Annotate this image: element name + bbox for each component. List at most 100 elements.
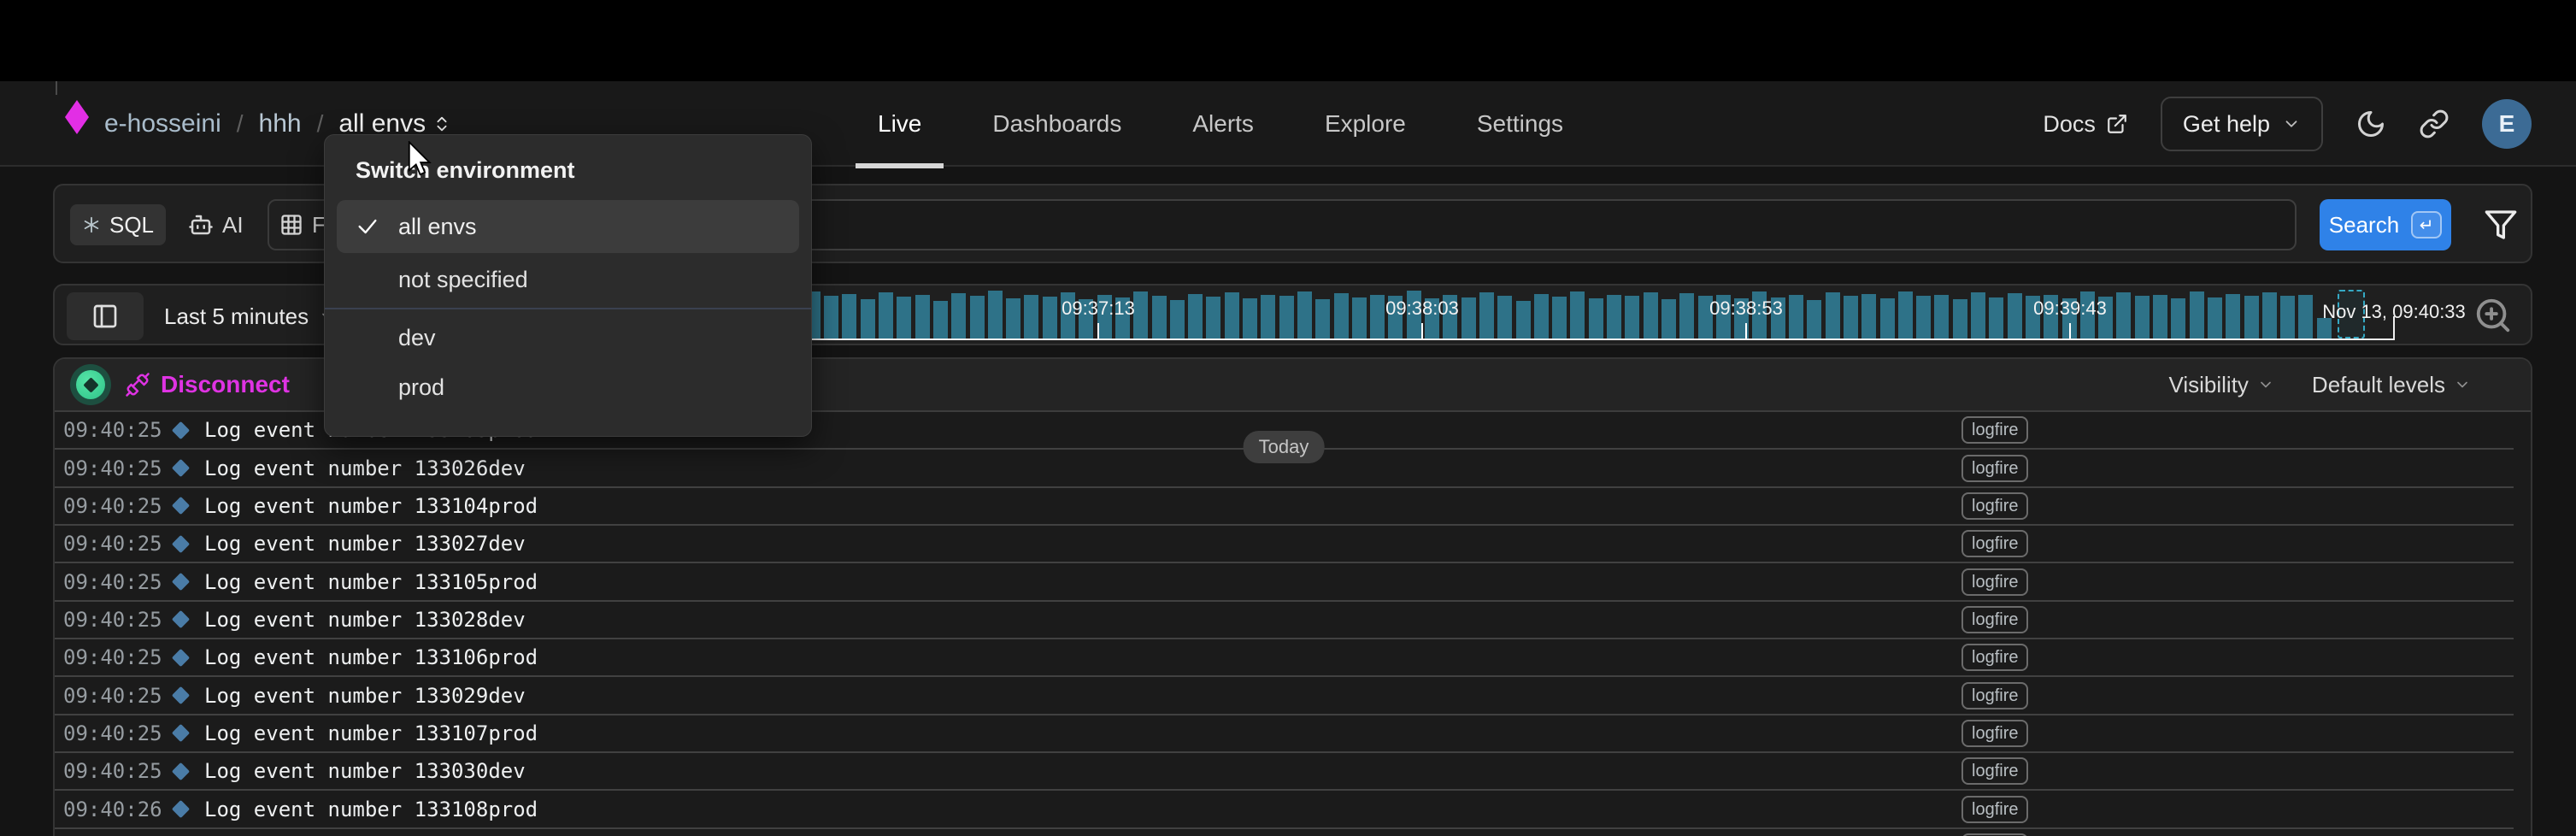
env-option-dev[interactable]: dev — [325, 313, 811, 362]
env-option-label: dev — [398, 325, 436, 351]
histogram-bar — [1370, 295, 1385, 339]
histogram-bar — [1516, 301, 1531, 339]
zoom-in-button[interactable] — [2473, 296, 2513, 335]
chevron-down-icon — [2257, 376, 2274, 393]
tab-dashboards[interactable]: Dashboards — [992, 81, 1121, 167]
today-date-chip: Today — [1244, 431, 1325, 463]
moon-icon — [2355, 109, 2386, 139]
return-key-icon: ↵ — [2411, 211, 2442, 238]
default-levels-label: Default levels — [2312, 372, 2445, 398]
log-message: Log event number 133027dev — [204, 532, 526, 556]
histogram-bar — [1043, 297, 1057, 339]
histogram-bar — [842, 294, 856, 339]
time-range-label: Last 5 minutes — [164, 303, 309, 330]
default-levels-dropdown[interactable]: Default levels — [2312, 372, 2471, 398]
sql-label: SQL — [109, 212, 154, 238]
scope-badge: logfire — [1961, 682, 2028, 709]
breadcrumb-project[interactable]: hhh — [259, 109, 302, 138]
histogram-bar — [1861, 294, 1876, 339]
sidebar-toggle-button[interactable] — [67, 292, 144, 340]
log-timestamp: 09:40:25 — [63, 759, 169, 783]
histogram-bar — [1225, 292, 1239, 339]
histogram-bar — [915, 295, 930, 339]
tick-line — [1097, 323, 1099, 339]
scope-badge: logfire — [1961, 455, 2028, 482]
log-row[interactable]: 09:40:26Log event number 133108prodlogfi… — [55, 791, 2514, 828]
histogram-bar — [1461, 297, 1476, 339]
tab-settings[interactable]: Settings — [1477, 81, 1563, 167]
external-link-icon — [2106, 113, 2128, 135]
log-message: Log event number 133105prod — [204, 570, 538, 594]
scope-badge: logfire — [1961, 796, 2028, 823]
sql-mode-button[interactable]: SQL — [70, 204, 166, 245]
histogram-bar — [1807, 300, 1821, 339]
search-button[interactable]: Search ↵ — [2320, 199, 2451, 250]
scope-badge: logfire — [1961, 720, 2028, 747]
env-option-label: not specified — [398, 267, 528, 293]
timeline-end-label: Nov 13, 09:40:33 — [2322, 301, 2466, 323]
histogram-bar — [1497, 296, 1512, 339]
avatar-initial: E — [2499, 110, 2515, 138]
log-row[interactable]: 09:40:25Log event number 133029devlogfir… — [55, 677, 2514, 715]
histogram-bar — [1916, 296, 1931, 339]
tick-label: 09:38:03 — [1385, 297, 1459, 320]
ai-mode-button[interactable]: AI — [188, 204, 244, 245]
logfire-logo-icon[interactable] — [65, 100, 89, 134]
histogram-bar — [1971, 292, 1985, 339]
breadcrumb-org[interactable]: e-hosseini — [104, 109, 221, 138]
histogram-bar — [1279, 296, 1294, 339]
asterisk-icon — [82, 215, 101, 234]
visibility-dropdown[interactable]: Visibility — [2168, 372, 2273, 398]
histogram-bar — [933, 301, 948, 339]
scope-badge: logfire — [1961, 606, 2028, 633]
env-option-not-specified[interactable]: not specified — [325, 255, 811, 304]
histogram-bar — [2008, 293, 2022, 339]
env-option-prod[interactable]: prod — [325, 362, 811, 412]
histogram-bar — [2226, 294, 2240, 339]
robot-icon — [188, 212, 214, 238]
log-row[interactable]: 09:40:25Log event number 133028devlogfir… — [55, 602, 2514, 639]
log-row[interactable]: 09:40:25Log event number 133104prodlogfi… — [55, 488, 2514, 526]
env-option-all-envs[interactable]: all envs — [337, 200, 799, 253]
docs-link[interactable]: Docs — [2043, 111, 2128, 138]
log-level-diamond-icon — [172, 724, 190, 742]
header-right-cluster: Docs Get help E — [2043, 81, 2532, 167]
tab-explore[interactable]: Explore — [1325, 81, 1406, 167]
scope-badge: logfire — [1961, 757, 2028, 785]
theme-toggle-button[interactable] — [2355, 109, 2386, 139]
log-row[interactable]: 09:40:26Log event number 133031devlogfir… — [55, 829, 2514, 836]
log-row[interactable]: 09:40:25Log event number 133030devlogfir… — [55, 753, 2514, 791]
share-link-button[interactable] — [2419, 109, 2450, 139]
log-row[interactable]: 09:40:25Log event number 133027devlogfir… — [55, 526, 2514, 563]
get-help-button[interactable]: Get help — [2161, 97, 2323, 151]
log-row[interactable]: 09:40:25Log event number 133105prodlogfi… — [55, 563, 2514, 601]
logo-tail-line — [56, 81, 57, 95]
disconnect-button[interactable]: Disconnect — [125, 371, 290, 398]
chevrons-up-down-icon — [432, 115, 451, 133]
user-avatar[interactable]: E — [2482, 99, 2532, 149]
histogram-bar — [1644, 292, 1658, 339]
histogram-bar — [951, 293, 966, 339]
histogram-bar — [1479, 292, 1494, 339]
histogram-bar — [970, 296, 985, 339]
log-message: Log event number 133106prod — [204, 645, 538, 669]
histogram-bar — [2171, 298, 2185, 339]
log-row[interactable]: 09:40:25Log event number 133107prodlogfi… — [55, 715, 2514, 753]
log-level-diamond-icon — [172, 762, 190, 780]
log-row[interactable]: 09:40:25Log event number 133106prodlogfi… — [55, 639, 2514, 677]
histogram-bar — [1661, 299, 1676, 339]
tab-live[interactable]: Live — [878, 81, 921, 167]
docs-label: Docs — [2043, 111, 2096, 138]
log-timestamp: 09:40:25 — [63, 684, 169, 708]
log-level-diamond-icon — [172, 535, 190, 553]
time-range-selector[interactable]: Last 5 minutes — [164, 286, 336, 345]
histogram-bar — [1315, 299, 1330, 339]
histogram-bar — [1880, 298, 1895, 339]
log-level-diamond-icon — [172, 686, 190, 704]
histogram-bar — [1152, 296, 1167, 339]
histogram-bar — [2262, 292, 2277, 339]
histogram-bar — [1953, 299, 1967, 339]
tab-alerts[interactable]: Alerts — [1192, 81, 1254, 167]
log-message: Log event number 133107prod — [204, 721, 538, 745]
filter-button[interactable] — [2484, 208, 2518, 242]
